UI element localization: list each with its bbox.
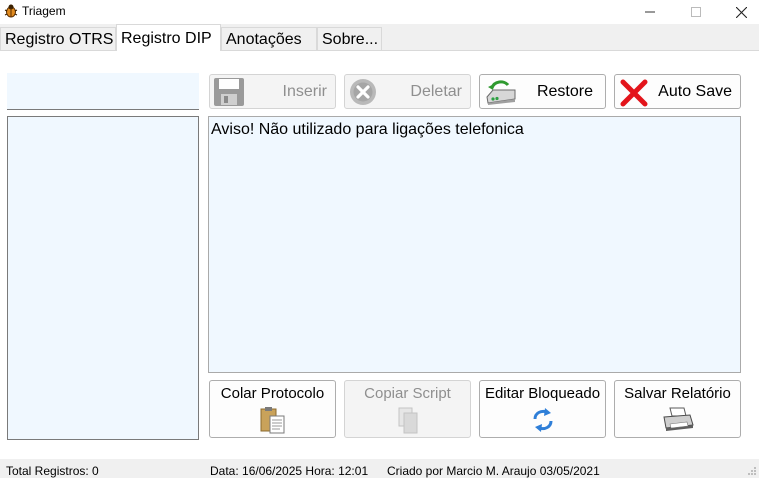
restore-button[interactable]: Restore <box>479 74 606 109</box>
date-time-text: Data: 16/06/2025 Hora: 12:01 <box>210 464 369 478</box>
minimize-button[interactable] <box>627 0 673 24</box>
notice-textarea[interactable]: Aviso! Não utilizado para ligações telef… <box>208 116 741 373</box>
tab-anotacoes[interactable]: Anotações <box>221 27 317 50</box>
tab-registro-dip[interactable]: Registro DIP <box>116 24 221 51</box>
deletar-button[interactable]: Deletar <box>344 74 471 109</box>
tab-divider <box>0 50 759 51</box>
clipboard-icon <box>260 407 284 434</box>
status-bar: Total Registros: 0 Data: 16/06/2025 Hora… <box>0 459 759 478</box>
total-registros-text: Total Registros: 0 <box>6 464 99 478</box>
app-bug-icon <box>4 4 18 18</box>
auto-save-button[interactable]: Auto Save <box>614 74 741 109</box>
inserir-label: Inserir <box>282 83 327 100</box>
editar-bloqueado-label: Editar Bloqueado <box>484 385 601 402</box>
resize-grip-icon[interactable] <box>747 466 757 476</box>
maximize-icon <box>691 7 701 17</box>
tab-registro-otrs[interactable]: Registro OTRS <box>0 27 116 50</box>
window-title: Triagem <box>22 4 66 18</box>
salvar-relatorio-label: Salvar Relatório <box>624 385 731 402</box>
editar-bloqueado-button[interactable]: Editar Bloqueado <box>479 380 606 438</box>
floppy-disk-icon <box>214 78 244 106</box>
records-list[interactable] <box>7 116 199 440</box>
tab-sobre[interactable]: Sobre... <box>317 27 382 50</box>
search-input[interactable] <box>7 73 199 110</box>
delete-circle-icon <box>350 79 376 105</box>
deletar-label: Deletar <box>410 83 462 100</box>
auto-save-label: Auto Save <box>658 83 732 100</box>
printer-icon <box>662 407 694 431</box>
close-button[interactable] <box>718 0 759 24</box>
copiar-script-button[interactable]: Copiar Script <box>344 380 471 438</box>
title-bar: Triagem <box>0 0 759 24</box>
credit-text: Criado por Marcio M. Araujo 03/05/2021 <box>387 464 600 478</box>
close-icon <box>735 6 747 18</box>
colar-protocolo-label: Colar Protocolo <box>220 385 325 402</box>
refresh-arrows-icon <box>533 408 552 432</box>
red-x-icon <box>620 79 648 107</box>
maximize-button[interactable] <box>673 0 719 24</box>
restore-label: Restore <box>536 83 593 100</box>
minimize-icon <box>645 11 655 13</box>
copy-pages-icon <box>398 407 417 434</box>
restore-drive-icon <box>486 80 516 105</box>
copiar-script-label: Copiar Script <box>364 385 451 402</box>
inserir-button[interactable]: Inserir <box>209 74 336 109</box>
salvar-relatorio-button[interactable]: Salvar Relatório <box>614 380 741 438</box>
colar-protocolo-button[interactable]: Colar Protocolo <box>209 380 336 438</box>
